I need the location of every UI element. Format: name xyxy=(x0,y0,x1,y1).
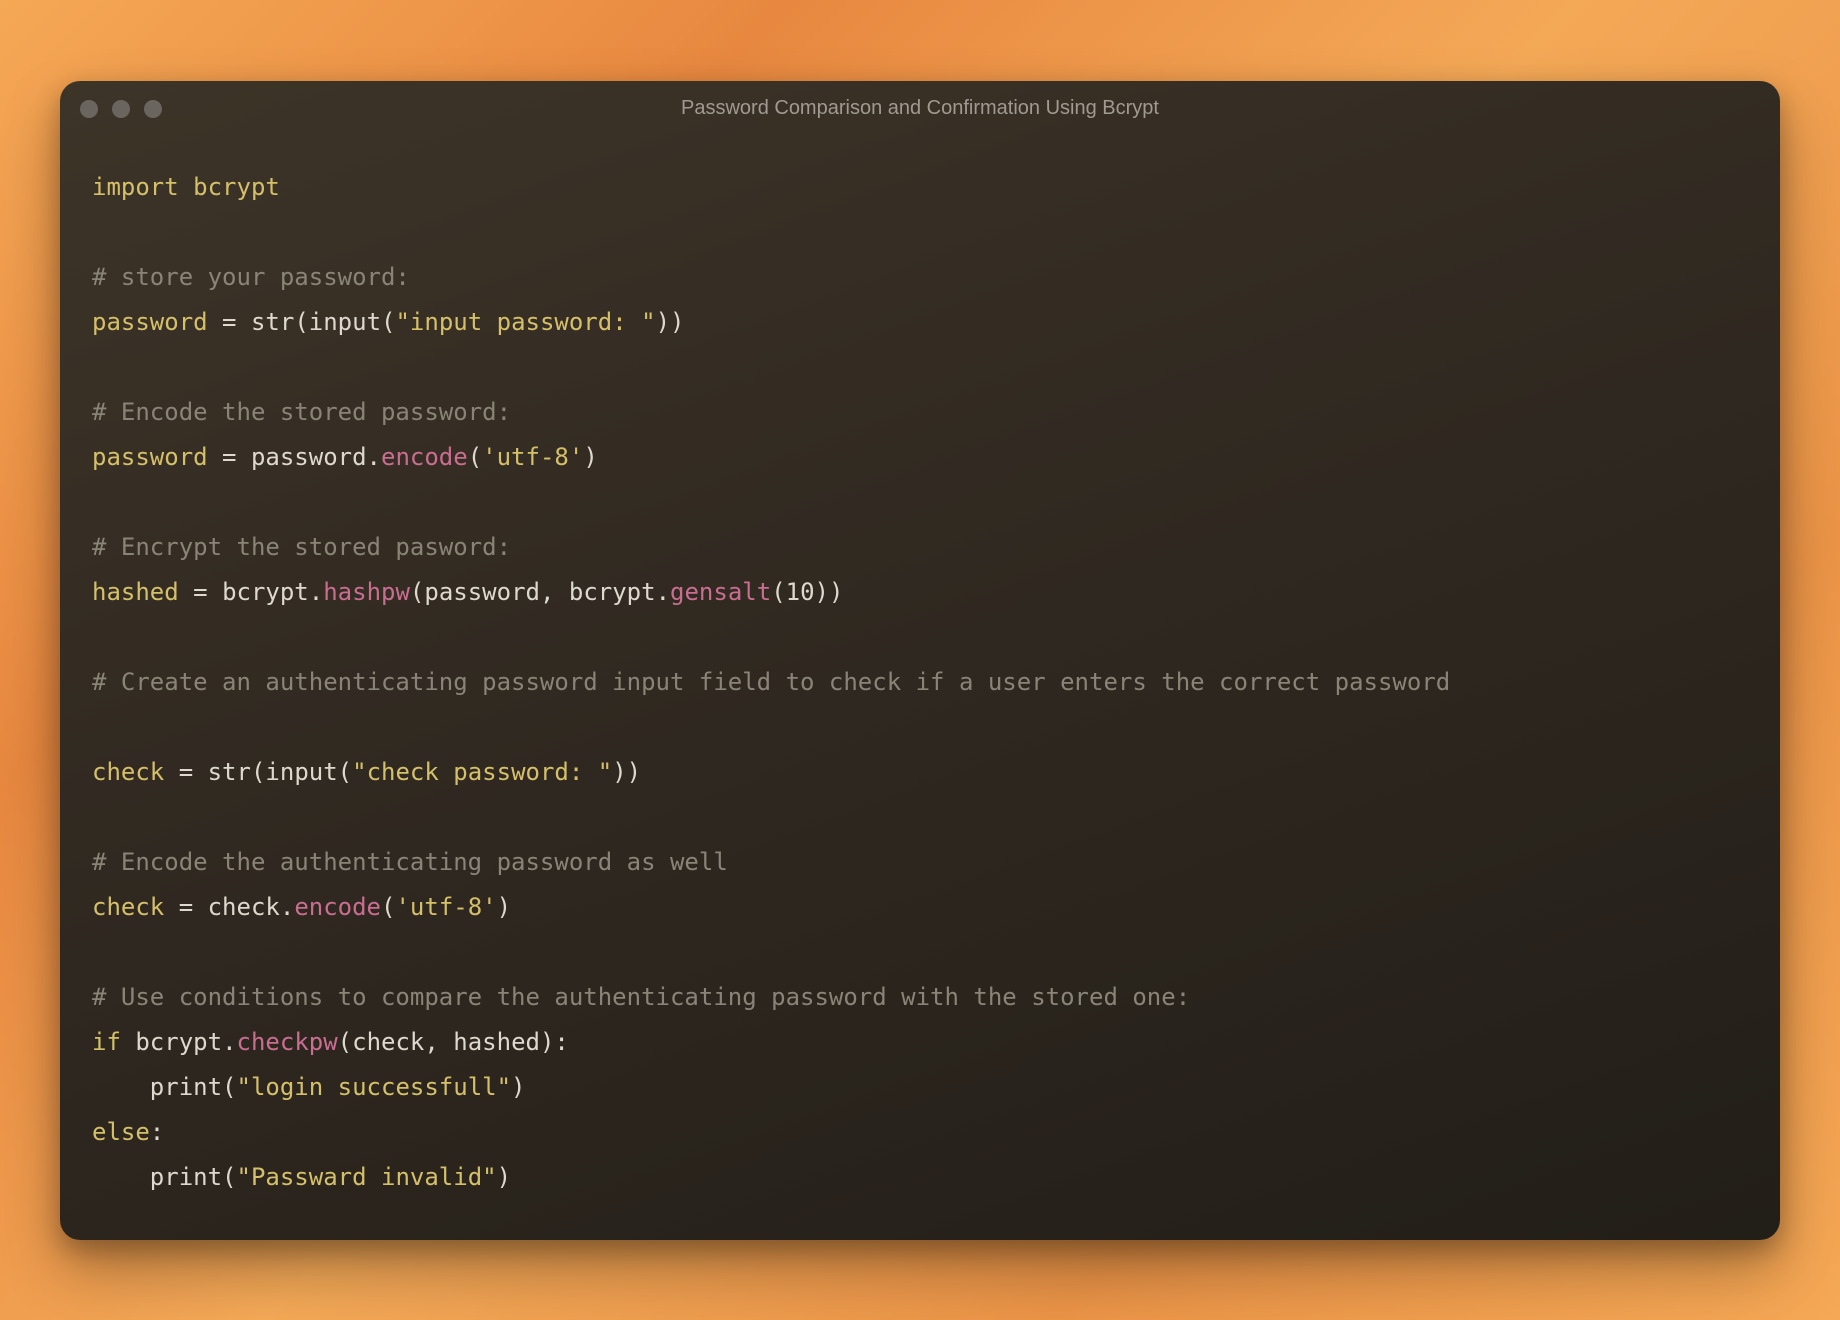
comment: # Encode the stored password: xyxy=(92,398,511,426)
string: "Passward invalid" xyxy=(237,1163,497,1191)
maximize-icon[interactable] xyxy=(144,100,162,118)
builtin: input xyxy=(309,308,381,336)
code-window: Password Comparison and Confirmation Usi… xyxy=(60,81,1780,1240)
operator: = xyxy=(222,308,236,336)
close-icon[interactable] xyxy=(80,100,98,118)
variable: check xyxy=(92,893,164,921)
string: "input password: " xyxy=(395,308,655,336)
method: gensalt xyxy=(670,578,771,606)
comment: # Encrypt the stored pasword: xyxy=(92,533,511,561)
titlebar: Password Comparison and Confirmation Usi… xyxy=(60,81,1780,137)
comment: # Use conditions to compare the authenti… xyxy=(92,983,1190,1011)
keyword: import xyxy=(92,173,179,201)
comment: # Create an authenticating password inpu… xyxy=(92,668,1450,696)
window-title: Password Comparison and Confirmation Usi… xyxy=(60,97,1780,120)
comment: # store your password: xyxy=(92,263,410,291)
builtin: str xyxy=(208,758,251,786)
method: encode xyxy=(294,893,381,921)
number: 10 xyxy=(786,578,815,606)
builtin: print xyxy=(150,1073,222,1101)
module: bcrypt xyxy=(193,173,280,201)
variable: hashed xyxy=(92,578,179,606)
method: checkpw xyxy=(237,1028,338,1056)
string: "check password: " xyxy=(352,758,612,786)
keyword: if xyxy=(92,1028,121,1056)
argument: password xyxy=(424,578,540,606)
comment: # Encode the authenticating password as … xyxy=(92,848,728,876)
variable: check xyxy=(92,758,164,786)
object: bcrypt xyxy=(222,578,309,606)
object: bcrypt xyxy=(569,578,656,606)
builtin: print xyxy=(150,1163,222,1191)
minimize-icon[interactable] xyxy=(112,100,130,118)
string: "login successfull" xyxy=(237,1073,512,1101)
object: check xyxy=(208,893,280,921)
object: bcrypt xyxy=(135,1028,222,1056)
traffic-lights xyxy=(80,100,162,118)
argument: check xyxy=(352,1028,424,1056)
code-editor[interactable]: import bcrypt # store your password: pas… xyxy=(60,137,1780,1240)
keyword: else xyxy=(92,1118,150,1146)
string: 'utf-8' xyxy=(395,893,496,921)
argument: hashed xyxy=(453,1028,540,1056)
string: 'utf-8' xyxy=(482,443,583,471)
builtin: input xyxy=(265,758,337,786)
method: encode xyxy=(381,443,468,471)
method: hashpw xyxy=(323,578,410,606)
variable: password xyxy=(92,443,208,471)
variable: password xyxy=(92,308,208,336)
builtin: str xyxy=(251,308,294,336)
object: password xyxy=(251,443,367,471)
